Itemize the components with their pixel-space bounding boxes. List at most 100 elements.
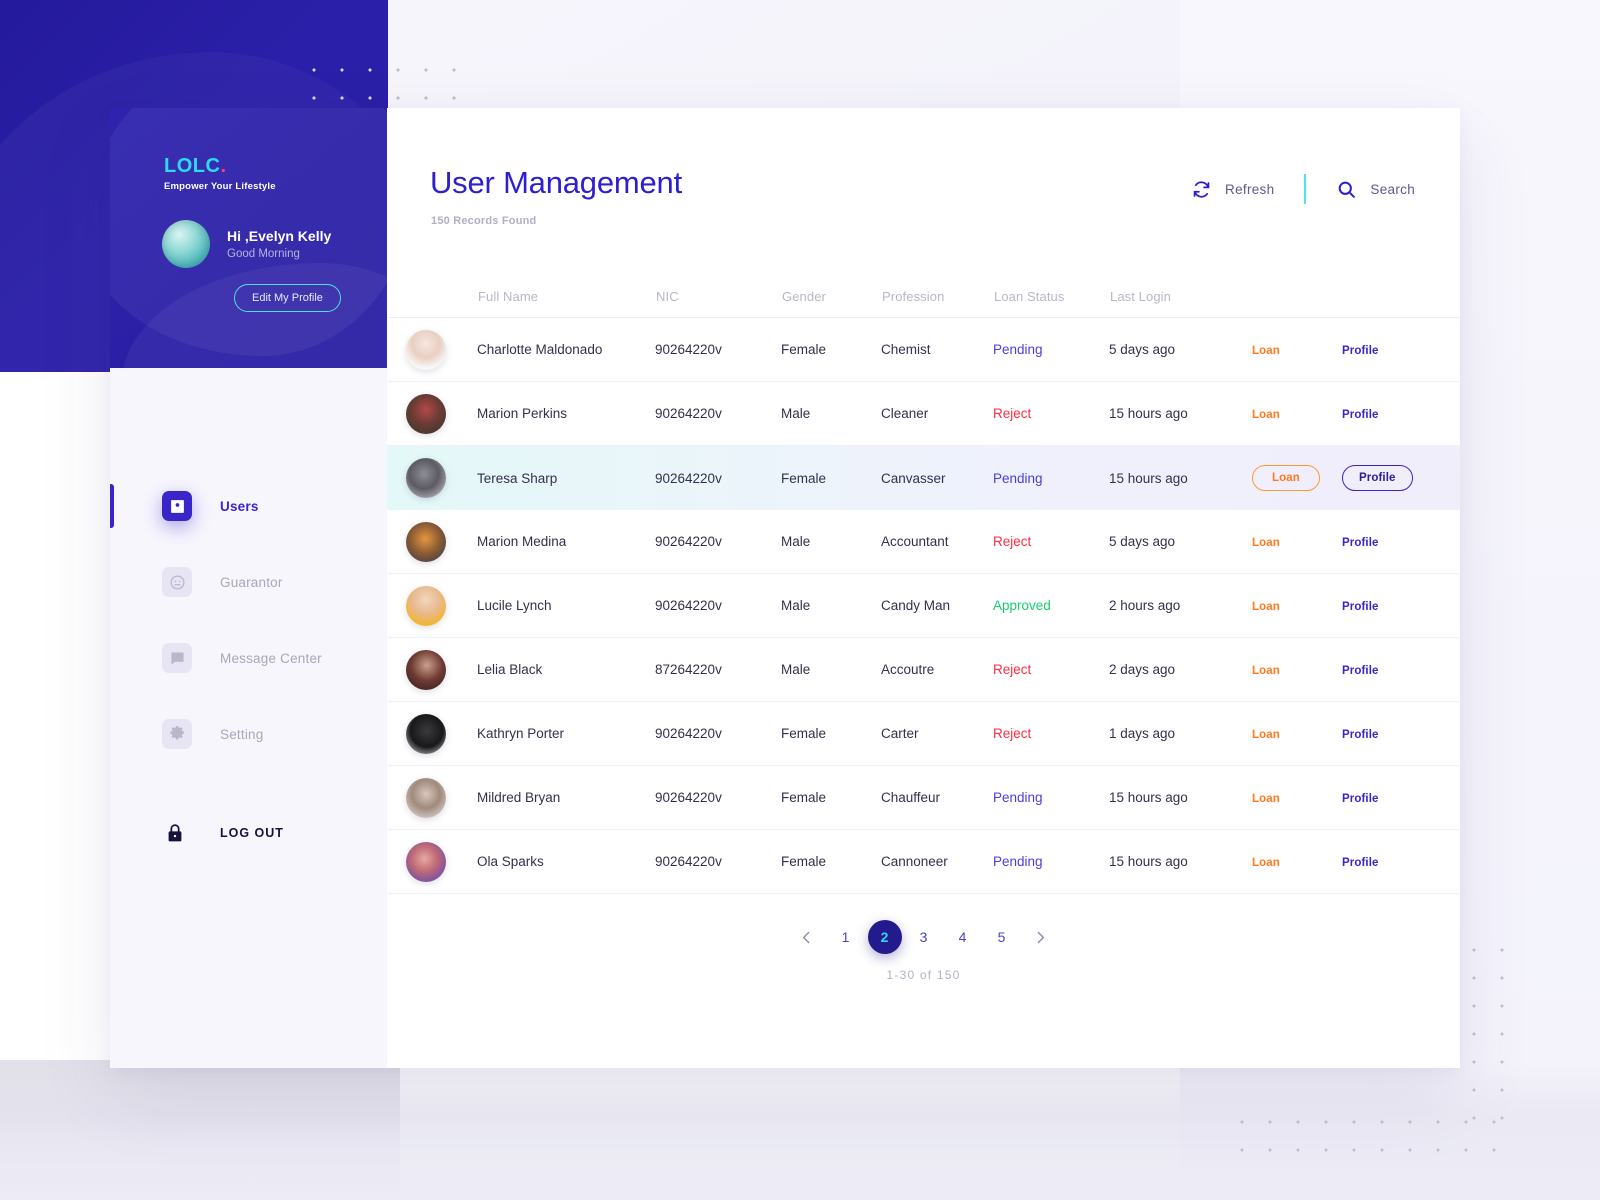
avatar[interactable] — [406, 713, 446, 754]
chat-bubble-icon — [162, 643, 192, 673]
table-cell-avatar — [387, 777, 477, 818]
loan-button[interactable]: Loan — [1252, 665, 1280, 677]
logout-button[interactable]: LOG OUT — [162, 820, 284, 846]
column-header-nic[interactable]: NIC — [656, 289, 782, 304]
edit-profile-button[interactable]: Edit My Profile — [234, 284, 341, 312]
pagination-page-1[interactable]: 1 — [829, 920, 863, 954]
avatar[interactable] — [406, 649, 446, 690]
avatar[interactable] — [406, 521, 446, 562]
avatar[interactable] — [406, 329, 446, 370]
pagination-page-4[interactable]: 4 — [946, 920, 980, 954]
column-header-gender[interactable]: Gender — [782, 289, 882, 304]
loan-button[interactable]: Loan — [1252, 729, 1280, 741]
avatar[interactable] — [406, 777, 446, 818]
table-cell-profile-action: Profile — [1342, 597, 1442, 615]
table-row[interactable]: Lelia Black 87264220v Male Accoutre Reject 2 … — [387, 638, 1460, 702]
table-header-row: Full Name NIC Gender Profession Loan Sta… — [387, 276, 1460, 318]
table-cell-profession: Cannoneer — [881, 854, 948, 869]
column-header-last-login[interactable]: Last Login — [1110, 289, 1253, 304]
profile-button[interactable]: Profile — [1342, 729, 1379, 741]
table-cell-loan-action: Loan — [1252, 341, 1342, 359]
table-cell-gender: Female — [781, 790, 827, 805]
loan-button[interactable]: Loan — [1252, 601, 1280, 613]
table-cell-gender: Male — [781, 662, 811, 677]
profile-button[interactable]: Profile — [1342, 857, 1379, 869]
table-cell-gender: Male — [781, 534, 811, 549]
profile-button[interactable]: Profile — [1342, 537, 1379, 549]
table-cell-profession: Cleaner — [881, 406, 929, 421]
pagination-next-button[interactable] — [1024, 920, 1058, 954]
table-cell-last-login: 2 hours ago — [1109, 598, 1181, 613]
column-header-full-name[interactable]: Full Name — [478, 289, 656, 304]
table-cell-last-login: 5 days ago — [1109, 342, 1176, 357]
loan-button[interactable]: Loan — [1252, 857, 1280, 869]
loan-button[interactable]: Loan — [1252, 345, 1280, 357]
table-cell-nic: 87264220v — [655, 662, 722, 677]
table-cell-profession: Candy Man — [881, 598, 951, 613]
avatar[interactable] — [406, 585, 446, 626]
table-cell-avatar — [387, 841, 477, 882]
loan-button[interactable]: Loan — [1252, 465, 1320, 491]
sidebar-header: LOLC. Empower Your Lifestyle Hi ,Evelyn … — [110, 108, 387, 368]
table-row[interactable]: Marion Medina 90264220v Male Accountant Reje… — [387, 510, 1460, 574]
search-button[interactable]: Search — [1336, 179, 1415, 200]
table-cell-name: Ola Sparks — [477, 854, 544, 869]
avatar[interactable] — [406, 393, 446, 434]
loan-button[interactable]: Loan — [1252, 409, 1280, 421]
pagination-page-5[interactable]: 5 — [985, 920, 1019, 954]
pagination-prev-button[interactable] — [790, 920, 824, 954]
brand-logo[interactable]: LOLC. Empower Your Lifestyle — [164, 156, 276, 192]
profile-button[interactable]: Profile — [1342, 345, 1379, 357]
refresh-button[interactable]: Refresh — [1191, 179, 1274, 200]
loan-button[interactable]: Loan — [1252, 537, 1280, 549]
background-left-shadow — [0, 1060, 400, 1200]
table-cell-name: Charlotte Maldonado — [477, 342, 603, 357]
table-row[interactable]: Charlotte Maldonado 90264220v Female Chemis… — [387, 318, 1460, 382]
avatar[interactable] — [406, 458, 446, 498]
pagination-page-3[interactable]: 3 — [907, 920, 941, 954]
avatar[interactable] — [162, 220, 210, 268]
table-cell-name: Kathryn Porter — [477, 726, 565, 741]
face-circle-icon — [162, 567, 192, 597]
brand-logo-text: LOLC. — [164, 156, 276, 176]
table-cell-avatar — [387, 458, 477, 498]
table-cell-profile-action: Profile — [1342, 405, 1442, 423]
table-row[interactable]: Marion Perkins 90264220v Male Cleaner Reject… — [387, 382, 1460, 446]
table-cell-profile-action: Profile — [1342, 789, 1442, 807]
table-row[interactable]: Mildred Bryan 90264220v Female Chauffeur Pen… — [387, 766, 1460, 830]
profile-button[interactable]: Profile — [1342, 665, 1379, 677]
sidebar-item-users[interactable]: Users — [110, 468, 387, 544]
sidebar-item-setting[interactable]: Setting — [110, 696, 387, 772]
table-cell-name: Teresa Sharp — [477, 470, 558, 486]
table-cell-avatar — [387, 393, 477, 434]
table-cell-last-login: 1 days ago — [1109, 726, 1176, 741]
refresh-icon — [1191, 179, 1212, 200]
table-row[interactable]: Teresa Sharp 90264220v Female Canvasser Pend… — [387, 446, 1460, 510]
profile-button[interactable]: Profile — [1342, 465, 1413, 491]
profile-button[interactable]: Profile — [1342, 793, 1379, 805]
loan-button[interactable]: Loan — [1252, 793, 1280, 805]
table-cell-nic: 90264220v — [655, 854, 722, 869]
pagination-page-2[interactable]: 2 — [867, 920, 902, 954]
table-cell-avatar — [387, 649, 477, 690]
avatar[interactable] — [406, 841, 446, 882]
sidebar-item-label: Guarantor — [220, 574, 283, 590]
profile-button[interactable]: Profile — [1342, 409, 1379, 421]
column-header-profession[interactable]: Profession — [882, 289, 994, 304]
refresh-label: Refresh — [1225, 181, 1275, 197]
header-actions: Refresh Search — [1191, 174, 1415, 204]
table-row[interactable]: Kathryn Porter 90264220v Female Carter Rejec… — [387, 702, 1460, 766]
decorative-dot-grid-bottom-right-horizontal — [1224, 1104, 1514, 1166]
brand-tagline: Empower Your Lifestyle — [164, 181, 276, 192]
sidebar-item-guarantor[interactable]: Guarantor — [110, 544, 387, 620]
app-card: LOLC. Empower Your Lifestyle Hi ,Evelyn … — [110, 108, 1460, 1068]
table-cell-nic: 90264220v — [655, 470, 722, 486]
table-cell-status: Reject — [993, 534, 1032, 549]
sidebar-item-message-center[interactable]: Message Center — [110, 620, 387, 696]
table-cell-gender: Male — [781, 598, 811, 613]
table-row[interactable]: Ola Sparks 90264220v Female Cannoneer Pendin… — [387, 830, 1460, 894]
table-cell-loan-action: Loan — [1252, 597, 1342, 615]
table-row[interactable]: Lucile Lynch 90264220v Male Candy Man Approv… — [387, 574, 1460, 638]
column-header-loan-status[interactable]: Loan Status — [994, 289, 1110, 304]
profile-button[interactable]: Profile — [1342, 601, 1379, 613]
